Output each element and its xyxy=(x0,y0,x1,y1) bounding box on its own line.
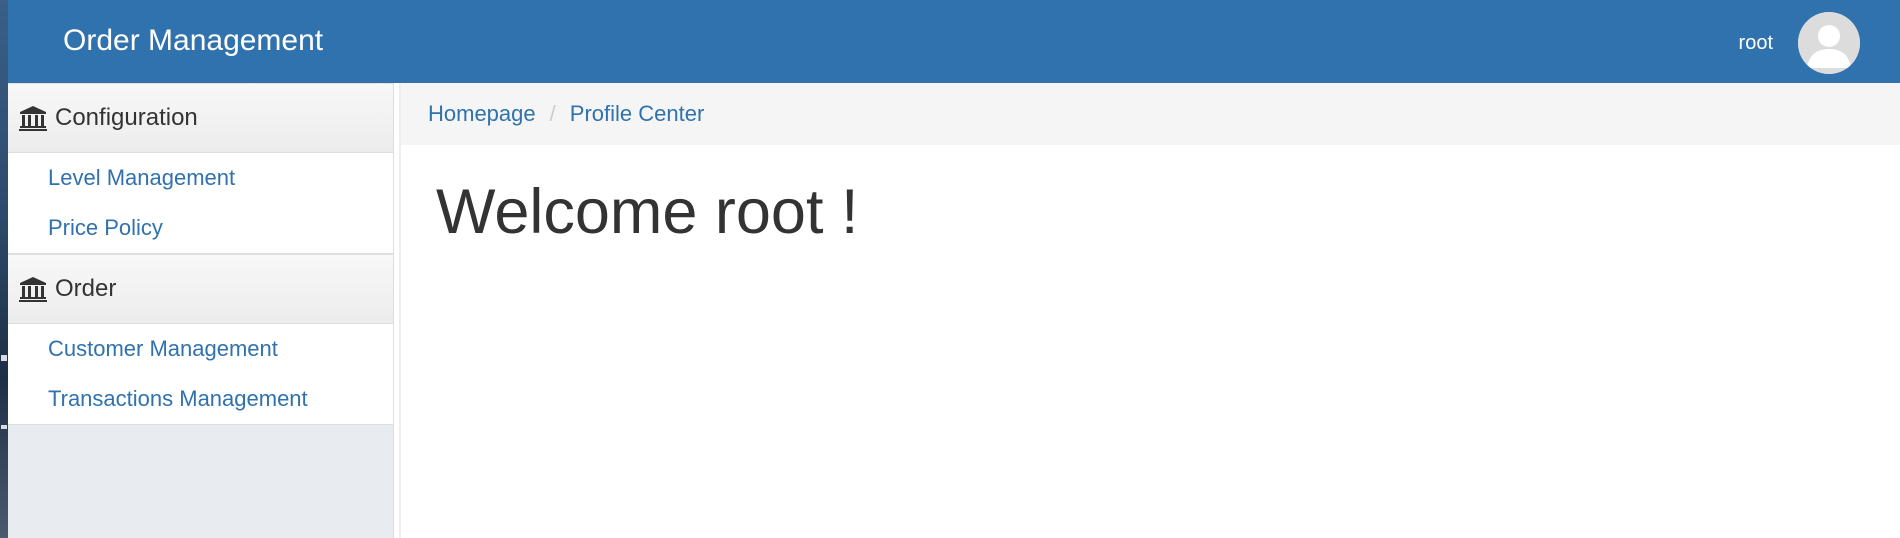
sidebar-group-header-order[interactable]: Order xyxy=(8,254,393,324)
bank-icon xyxy=(19,277,47,302)
sidebar-item-transactions-management[interactable]: Transactions Management xyxy=(8,374,393,424)
top-navbar: Order Management root xyxy=(8,0,1900,83)
bank-icon xyxy=(19,106,47,131)
sidebar: Configuration Level Management Price Pol… xyxy=(8,83,394,538)
edge-mark xyxy=(1,425,7,429)
sidebar-item-customer-management[interactable]: Customer Management xyxy=(8,324,393,374)
username-label[interactable]: root xyxy=(1739,31,1773,55)
sidebar-group-configuration: Configuration Level Management Price Pol… xyxy=(8,83,393,254)
sidebar-group-order: Order Customer Management Transactions M… xyxy=(8,254,393,425)
sidebar-group-header-configuration[interactable]: Configuration xyxy=(8,83,393,153)
app-brand[interactable]: Order Management xyxy=(63,23,323,59)
user-avatar[interactable] xyxy=(1798,12,1860,74)
sidebar-item-price-policy[interactable]: Price Policy xyxy=(8,203,393,253)
welcome-heading: Welcome root ! xyxy=(436,177,859,247)
desktop-edge-strip xyxy=(0,0,8,538)
sidebar-group-items: Level Management Price Policy xyxy=(8,153,393,254)
avatar-person-icon xyxy=(1798,12,1860,74)
sidebar-group-items: Customer Management Transactions Managem… xyxy=(8,324,393,425)
sidebar-group-title: Configuration xyxy=(55,104,198,131)
breadcrumb-homepage[interactable]: Homepage xyxy=(428,101,536,127)
breadcrumb-profile-center[interactable]: Profile Center xyxy=(570,101,705,127)
sidebar-item-level-management[interactable]: Level Management xyxy=(8,153,393,203)
edge-mark xyxy=(1,355,7,361)
main-content: Homepage / Profile Center Welcome root ! xyxy=(401,83,1900,538)
sidebar-group-title: Order xyxy=(55,275,117,302)
breadcrumb: Homepage / Profile Center xyxy=(401,83,1900,145)
breadcrumb-separator: / xyxy=(549,101,556,126)
